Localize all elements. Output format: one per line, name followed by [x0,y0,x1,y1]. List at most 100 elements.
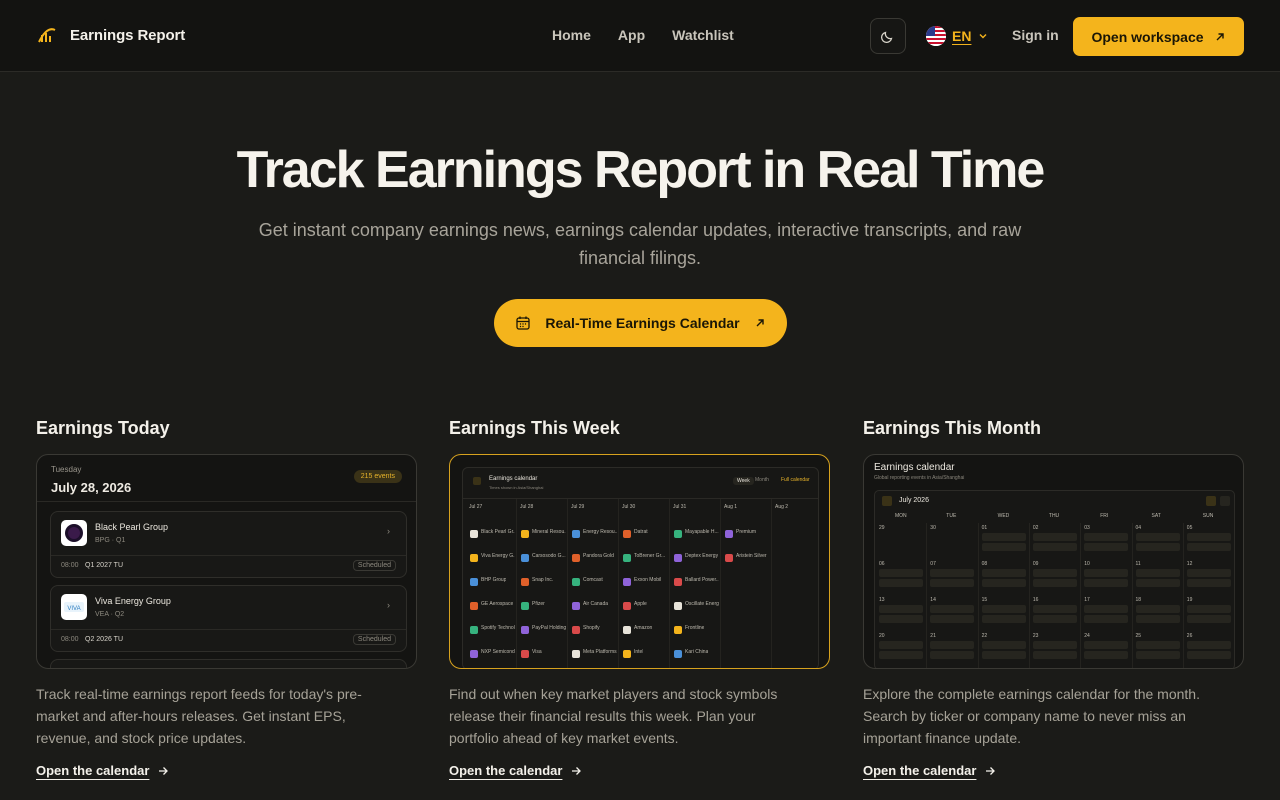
nav-link-app[interactable]: App [618,27,645,43]
calendar-day-number[interactable]: 07 [930,561,936,567]
week-company-name[interactable]: PayPal Holdings [532,625,566,631]
calendar-day-number[interactable]: 26 [1187,633,1193,639]
week-company-name[interactable]: Apple [634,601,647,607]
calendar-day-number[interactable]: 15 [982,597,988,603]
calendar-day-number[interactable]: 16 [1033,597,1039,603]
event-chip[interactable] [1135,615,1180,623]
open-calendar-link[interactable]: Open the calendar [863,763,1244,778]
week-company-name[interactable]: ToBrener Gr... [634,553,665,559]
calendar-day-number[interactable]: 24 [1084,633,1090,639]
calendar-day-number[interactable]: 04 [1136,525,1142,531]
event-chip[interactable] [930,579,975,587]
calendar-day-number[interactable]: 19 [1187,597,1193,603]
sign-in-link[interactable]: Sign in [1012,27,1059,43]
week-company-name[interactable]: Datrat [634,529,648,535]
event-chip[interactable] [879,579,923,587]
language-selector[interactable]: EN [926,26,989,46]
event-chip[interactable] [879,615,923,623]
list-item[interactable] [50,659,407,668]
tab-week[interactable]: Week [733,477,754,485]
nav-link-watchlist[interactable]: Watchlist [672,27,734,43]
week-company-name[interactable]: BHP Group [481,577,506,583]
event-chip[interactable] [1084,533,1129,541]
calendar-day-number[interactable]: 08 [982,561,988,567]
event-chip[interactable] [1135,651,1180,659]
calendar-day-number[interactable]: 13 [879,597,885,603]
week-company-name[interactable]: Oscillate Energy [685,601,719,607]
week-company-name[interactable]: Energy Resou... [583,529,617,535]
event-chip[interactable] [930,641,975,649]
event-chip[interactable] [1032,569,1077,577]
calendar-day-number[interactable]: 23 [1033,633,1039,639]
event-chip[interactable] [981,605,1026,613]
calendar-day-number[interactable]: 17 [1084,597,1090,603]
event-chip[interactable] [981,651,1026,659]
event-chip[interactable] [981,641,1026,649]
event-chip[interactable] [1084,641,1129,649]
event-chip[interactable] [1186,579,1231,587]
week-company-name[interactable]: Visa [532,649,542,655]
week-company-name[interactable]: GE Aerospace [481,601,513,607]
event-chip[interactable] [1186,615,1231,623]
event-chip[interactable] [1135,533,1180,541]
calendar-day-number[interactable]: 25 [1136,633,1142,639]
week-company-name[interactable]: Exxon Mobil [634,577,661,583]
open-workspace-button[interactable]: Open workspace [1073,17,1244,56]
event-chip[interactable] [1084,651,1129,659]
event-chip[interactable] [1032,641,1077,649]
event-chip[interactable] [1084,579,1129,587]
calendar-day-number[interactable]: 12 [1187,561,1193,567]
week-company-name[interactable]: Kari China [685,649,708,655]
event-chip[interactable] [879,569,923,577]
event-chip[interactable] [1135,543,1180,551]
week-preview[interactable]: Earnings calendar Times shown in Asia/Sh… [449,454,830,669]
calendar-day-number[interactable]: 29 [879,525,885,531]
calendar-day-number[interactable]: 05 [1187,525,1193,531]
event-chip[interactable] [1032,533,1077,541]
event-chip[interactable] [1032,543,1077,551]
event-chip[interactable] [879,651,923,659]
week-company-name[interactable]: Comcast [583,577,603,583]
week-company-name[interactable]: Ballard Power... [685,577,719,583]
event-chip[interactable] [879,605,923,613]
open-calendar-link[interactable]: Open the calendar [449,763,830,778]
week-company-name[interactable]: Shopify [583,625,600,631]
nav-link-home[interactable]: Home [552,27,591,43]
week-company-name[interactable]: Air Canada [583,601,608,607]
event-chip[interactable] [930,569,975,577]
brand[interactable]: Earnings Report [36,24,185,46]
calendar-day-number[interactable]: 14 [930,597,936,603]
event-chip[interactable] [1084,543,1129,551]
event-chip[interactable] [981,533,1026,541]
list-item[interactable]: VIVA Viva Energy Group VEA · Q2 › 08:00 … [50,585,407,652]
event-chip[interactable] [1084,569,1129,577]
calendar-day-number[interactable]: 11 [1136,561,1141,567]
event-chip[interactable] [1135,641,1180,649]
week-company-name[interactable]: Black Pearl Gr... [481,529,515,535]
full-calendar-link[interactable]: Full calendar [781,477,810,483]
week-company-name[interactable]: Pandora Gold [583,553,614,559]
calendar-day-number[interactable]: 06 [879,561,885,567]
week-company-name[interactable]: Premium [736,529,756,535]
event-chip[interactable] [1032,579,1077,587]
event-chip[interactable] [1186,641,1231,649]
calendar-day-number[interactable]: 03 [1084,525,1090,531]
event-chip[interactable] [879,641,923,649]
event-chip[interactable] [1135,579,1180,587]
tab-month[interactable]: Month [755,477,769,483]
calendar-day-number[interactable]: 09 [1033,561,1039,567]
realtime-calendar-button[interactable]: Real-Time Earnings Calendar [494,299,787,347]
week-company-name[interactable]: Amazon [634,625,652,631]
event-chip[interactable] [930,605,975,613]
event-chip[interactable] [1186,569,1231,577]
calendar-day-number[interactable]: 18 [1136,597,1142,603]
week-company-name[interactable]: Aristein Silver [736,553,767,559]
week-company-name[interactable]: Mayapable H... [685,529,719,535]
month-preview[interactable]: Earnings calendar Global reporting event… [863,454,1244,669]
list-item[interactable]: Black Pearl Group BPG · Q1 › 08:00 Q1 20… [50,511,407,578]
event-chip[interactable] [981,543,1026,551]
week-company-name[interactable]: Carsosodo G... [532,553,566,559]
event-chip[interactable] [981,615,1026,623]
week-company-name[interactable]: Snap Inc. [532,577,553,583]
calendar-day-number[interactable]: 22 [982,633,988,639]
